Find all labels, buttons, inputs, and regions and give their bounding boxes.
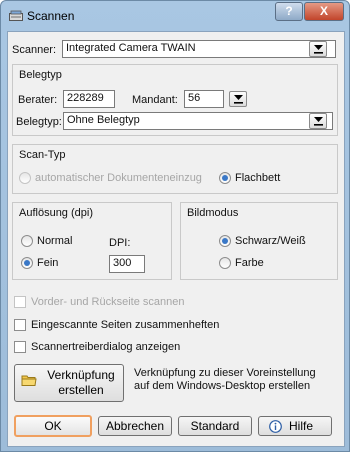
bildmodus-title: Bildmodus xyxy=(187,207,239,219)
scan-typ-auto-radio[interactable] xyxy=(19,172,31,184)
window-title: Scannen xyxy=(27,9,75,23)
scanner-dropdown-button[interactable] xyxy=(309,41,327,57)
scanner-value: Integrated Camera TWAIN xyxy=(66,42,196,54)
mandant-dropdown-button[interactable] xyxy=(229,91,247,107)
arrow-down-icon xyxy=(314,117,323,126)
cancel-button[interactable]: Abbrechen xyxy=(98,416,172,436)
belegtyp-select[interactable]: Ohne Belegtyp xyxy=(63,112,333,130)
help-button-label: Hilfe xyxy=(289,419,314,433)
scan-typ-flat-label: Flachbett xyxy=(235,172,281,184)
belegtyp-group: Belegtyp Berater: 228289 Mandant: 56 Bel… xyxy=(12,64,338,136)
scan-typ-group: Scan-Typ automatischer Dokumenteneinzug … xyxy=(12,144,338,194)
bildmodus-sw-radio[interactable] xyxy=(219,235,231,247)
title-close-button[interactable]: X xyxy=(304,2,344,21)
bildmodus-farbe-radio[interactable] xyxy=(219,257,231,269)
create-shortcut-button[interactable]: Verknüpfung erstellen xyxy=(14,364,124,402)
aufloesung-fein-radio[interactable] xyxy=(21,257,33,269)
aufloesung-normal-label: Normal xyxy=(37,235,73,247)
treiberdialog-label: Scannertreiberdialog anzeigen xyxy=(31,341,181,353)
title-help-button[interactable]: ? xyxy=(275,2,303,21)
duplex-label: Vorder- und Rückseite scannen xyxy=(31,296,185,308)
dpi-label: DPI: xyxy=(109,237,131,249)
aufloesung-fein-label: Fein xyxy=(37,257,59,269)
dialog-body: Scanner: Integrated Camera TWAIN Belegty… xyxy=(7,31,345,447)
info-icon xyxy=(269,420,282,438)
create-shortcut-line2: erstellen xyxy=(58,383,104,397)
aufloesung-normal-radio[interactable] xyxy=(21,235,33,247)
berater-field[interactable]: 228289 xyxy=(63,90,115,108)
bildmodus-group: Bildmodus Schwarz/Weiß Farbe xyxy=(180,202,338,280)
scanner-icon xyxy=(9,10,23,22)
zusammenheften-checkbox[interactable] xyxy=(14,319,26,331)
dpi-field[interactable]: 300 xyxy=(109,255,145,273)
arrow-down-icon xyxy=(314,45,323,54)
zusammenheften-label: Eingescannte Seiten zusammenheften xyxy=(31,319,220,331)
belegtyp-group-title: Belegtyp xyxy=(19,69,62,81)
aufloesung-title: Auflösung (dpi) xyxy=(19,207,93,219)
scanner-select[interactable]: Integrated Camera TWAIN xyxy=(62,40,336,58)
treiberdialog-checkbox[interactable] xyxy=(14,341,26,353)
create-shortcut-line1: Verknüpfung xyxy=(47,368,115,382)
dpi-value: 300 xyxy=(113,257,132,269)
title-bar[interactable]: Scannen ? X xyxy=(1,1,349,31)
belegtyp-dropdown-button[interactable] xyxy=(309,113,327,129)
mandant-value: 56 xyxy=(188,92,201,104)
scanner-label: Scanner: xyxy=(12,44,57,56)
scan-typ-auto-label: automatischer Dokumenteneinzug xyxy=(35,172,202,184)
belegtyp-value: Ohne Belegtyp xyxy=(67,114,140,126)
berater-value: 228289 xyxy=(67,92,104,104)
standard-button[interactable]: Standard xyxy=(178,416,252,436)
scan-dialog: Scannen ? X Scanner: Integrated Camera T… xyxy=(0,0,350,452)
bildmodus-sw-label: Schwarz/Weiß xyxy=(235,235,306,247)
arrow-down-icon xyxy=(234,95,243,104)
belegtyp-label: Belegtyp: xyxy=(16,116,62,128)
mandant-field[interactable]: 56 xyxy=(184,90,224,108)
scan-typ-flat-radio[interactable] xyxy=(219,172,231,184)
bildmodus-farbe-label: Farbe xyxy=(235,257,264,269)
aufloesung-group: Auflösung (dpi) Normal Fein DPI: 300 xyxy=(12,202,172,280)
ok-button[interactable]: OK xyxy=(14,415,92,437)
scan-typ-title: Scan-Typ xyxy=(19,149,66,161)
duplex-checkbox[interactable] xyxy=(14,296,26,308)
help-button[interactable]: Hilfe xyxy=(258,416,332,436)
folder-icon xyxy=(21,373,37,390)
shortcut-description: Verknüpfung zu dieser Voreinstellung auf… xyxy=(134,367,316,392)
berater-label: Berater: xyxy=(18,94,58,106)
mandant-label: Mandant: xyxy=(132,94,178,106)
